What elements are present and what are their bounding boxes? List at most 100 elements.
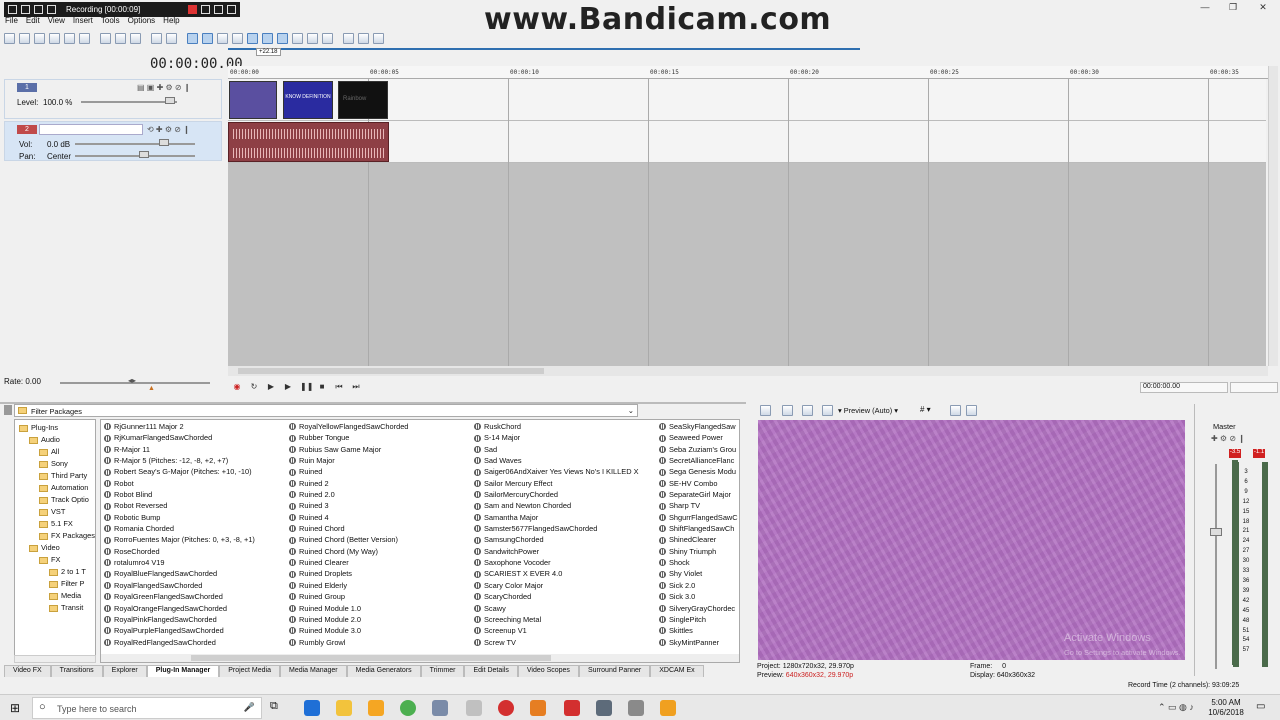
plugin-item[interactable]: RorroFuentes Major (Pitches: 0, +3, -8, …: [104, 534, 284, 545]
plugin-item[interactable]: Sad: [474, 444, 654, 455]
plugin-item[interactable]: Seaweed Power: [659, 432, 739, 443]
tree-item[interactable]: Filter P: [19, 578, 95, 590]
scrollbar-thumb[interactable]: [191, 655, 551, 661]
preview-quality-dropdown[interactable]: ▾ Preview (Auto) ▾: [838, 406, 898, 415]
plugin-item[interactable]: RoyalPurpleFlangedSawChorded: [104, 625, 284, 636]
plugin-item[interactable]: RoyalPinkFlangedSawChorded: [104, 614, 284, 625]
maximize-window-icon[interactable]: ❐: [1226, 2, 1240, 14]
tree-item[interactable]: VST: [19, 506, 95, 518]
close-window-icon[interactable]: ✕: [1256, 2, 1270, 14]
search-icon[interactable]: [34, 5, 43, 14]
tree-item[interactable]: Plug-Ins: [19, 422, 95, 434]
master-fader-knob[interactable]: [1210, 528, 1222, 536]
master-icons[interactable]: ✚ ⚙ ⊘ ❙: [1211, 434, 1245, 443]
plugin-item[interactable]: Ruined 2: [289, 478, 469, 489]
plugin-item[interactable]: Robot: [104, 478, 284, 489]
master-fader-track[interactable]: [1215, 464, 1217, 669]
plugin-item[interactable]: Robert Seay's G-Major (Pitches: +10, -10…: [104, 466, 284, 477]
pause-icon[interactable]: ❚❚: [300, 382, 313, 392]
zoom-tool-icon[interactable]: [292, 32, 303, 44]
plugin-item[interactable]: Skittles: [659, 625, 739, 636]
split-icon[interactable]: [307, 32, 318, 44]
notifications-icon[interactable]: ▭: [1256, 701, 1265, 712]
plugin-item[interactable]: Ruined Module 1.0: [289, 603, 469, 614]
opera-icon[interactable]: [564, 700, 580, 716]
vol-slider[interactable]: [75, 143, 195, 145]
plugin-item[interactable]: Ruined Module 2.0: [289, 614, 469, 625]
plugin-item[interactable]: SE-HV Combo: [659, 478, 739, 489]
tab-video-fx[interactable]: Video FX: [4, 665, 51, 677]
plugin-list-scrollbar[interactable]: [101, 654, 739, 662]
tab-project-media[interactable]: Project Media: [219, 665, 280, 677]
tree-item[interactable]: Third Party: [19, 470, 95, 482]
plugin-item[interactable]: rotalumro4 V19: [104, 557, 284, 568]
plugin-item[interactable]: Sick 2.0: [659, 580, 739, 591]
plugin-item[interactable]: SandwitchPower: [474, 546, 654, 557]
vol-slider-knob[interactable]: [159, 139, 169, 146]
timeline-horizontal-scrollbar[interactable]: [228, 366, 1268, 376]
tree-item[interactable]: FX Packages: [19, 530, 95, 542]
save-snapshot-icon[interactable]: [966, 405, 977, 416]
save-as-icon[interactable]: [49, 32, 60, 44]
close-icon[interactable]: [227, 5, 236, 14]
undo-icon[interactable]: [151, 32, 162, 44]
plugin-item[interactable]: Saiger06AndXaiver Yes Views No's I KILLE…: [474, 466, 654, 477]
plugin-item[interactable]: RjGunner111 Major 2: [104, 421, 284, 432]
plugin-item[interactable]: Sailor Mercury Effect: [474, 478, 654, 489]
split-screen-icon[interactable]: [822, 405, 833, 416]
tree-item[interactable]: Transit: [19, 602, 95, 614]
tree-item[interactable]: Audio: [19, 434, 95, 446]
tab-media-generators[interactable]: Media Generators: [346, 665, 421, 677]
menu-arrow-icon[interactable]: [8, 5, 17, 14]
plugin-item[interactable]: R-Major 11: [104, 444, 284, 455]
plugin-item[interactable]: Sad Waves: [474, 455, 654, 466]
pan-slider-knob[interactable]: [139, 151, 149, 158]
window-icon[interactable]: [21, 5, 30, 14]
plugin-item[interactable]: RoyalYellowFlangedSawChorded: [289, 421, 469, 432]
plugin-item[interactable]: Ruined Module 3.0: [289, 625, 469, 636]
timeline-vertical-scrollbar[interactable]: [1268, 66, 1278, 366]
plugin-item[interactable]: SCARIEST X EVER 4.0: [474, 568, 654, 579]
minimize-icon[interactable]: [214, 5, 223, 14]
region-icon[interactable]: [47, 5, 56, 14]
tree-scrollbar[interactable]: [14, 655, 96, 663]
overlays-icon[interactable]: # ▾: [920, 405, 931, 414]
video-preview[interactable]: Activate Windows Go to Settings to activ…: [758, 420, 1185, 660]
plugin-item[interactable]: Sharp TV: [659, 500, 739, 511]
file-explorer-icon[interactable]: [336, 700, 352, 716]
plugin-item[interactable]: ShiftFlangedSawCh: [659, 523, 739, 534]
new-icon[interactable]: [4, 32, 15, 44]
tab-transitions[interactable]: Transitions: [50, 665, 103, 677]
lock-envelopes-icon[interactable]: [217, 32, 228, 44]
plugin-item[interactable]: Ruined: [289, 466, 469, 477]
menu-options[interactable]: Options: [128, 16, 156, 28]
tab-trimmer[interactable]: Trimmer: [420, 665, 465, 677]
plugin-item[interactable]: Rumbly Growl: [289, 637, 469, 648]
plugin-item[interactable]: SamsungChorded: [474, 534, 654, 545]
camera-icon[interactable]: [201, 5, 210, 14]
stop-icon[interactable]: ■: [317, 382, 327, 392]
windows-start-icon[interactable]: ⊞: [10, 701, 20, 715]
tree-item[interactable]: 2 to 1 T: [19, 566, 95, 578]
menu-tools[interactable]: Tools: [101, 16, 120, 28]
play-from-start-icon[interactable]: ▶: [266, 382, 276, 392]
tab-edit-details[interactable]: Edit Details: [464, 665, 518, 677]
plugin-item[interactable]: Ruined Clearer: [289, 557, 469, 568]
plugin-item[interactable]: Screw TV: [474, 637, 654, 648]
plugin-item[interactable]: S-14 Major: [474, 432, 654, 443]
cut-icon[interactable]: [100, 32, 111, 44]
rate-slider-knob[interactable]: ◂▸: [128, 376, 136, 385]
plugin-item[interactable]: SilveryGrayChordec: [659, 603, 739, 614]
timeline-ruler[interactable]: 00:00:00 00:00:05 00:00:10 00:00:15 00:0…: [228, 66, 1268, 79]
loop-icon[interactable]: ↻: [249, 382, 259, 392]
plugin-item[interactable]: Seba Zuziam's Grou: [659, 444, 739, 455]
level-slider-knob[interactable]: [165, 97, 175, 104]
plugin-item[interactable]: Screeching Metal: [474, 614, 654, 625]
audio-clip[interactable]: [228, 122, 389, 162]
edge-icon[interactable]: [304, 700, 320, 716]
plugin-item[interactable]: Samster5677FlangedSawChorded: [474, 523, 654, 534]
tab-xdcam-ex[interactable]: XDCAM Ex: [650, 665, 704, 677]
video-clip-thumbnail[interactable]: KNOW DEFINITION: [283, 81, 333, 119]
track-icons[interactable]: ▤ ▣ ✚ ⚙ ⊘ ❙: [137, 83, 191, 92]
marker-icon[interactable]: [358, 32, 369, 44]
